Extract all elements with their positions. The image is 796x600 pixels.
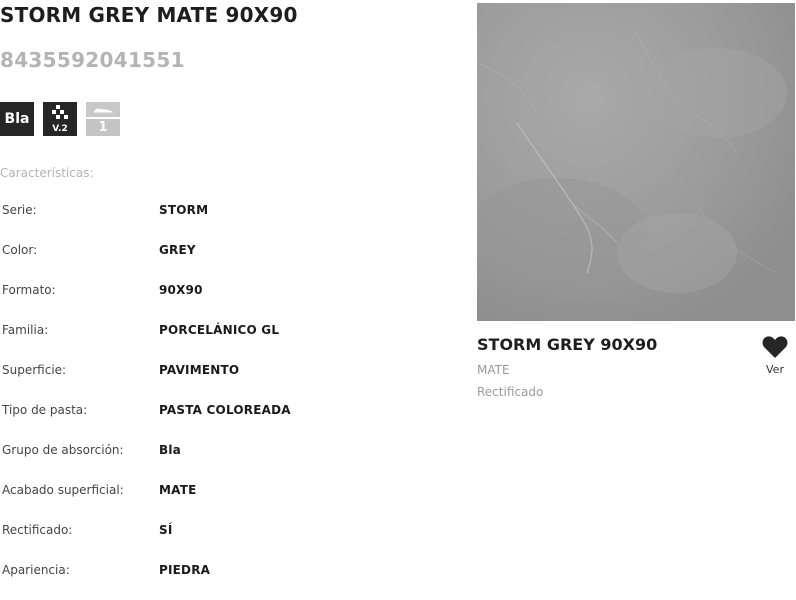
variation-badge: V.2 <box>43 102 77 136</box>
spec-value: PAVIMENTO <box>159 363 240 377</box>
characteristics-heading: Características: <box>0 166 94 180</box>
spec-value: SÍ <box>159 523 173 537</box>
product-ean: 8435592041551 <box>0 48 185 72</box>
spec-key: Superficie: <box>2 363 67 377</box>
card-product-name[interactable]: STORM GREY 90X90 <box>477 335 657 354</box>
spec-key: Familia: <box>2 323 49 337</box>
spec-value: 90X90 <box>159 283 203 297</box>
spec-key: Apariencia: <box>2 563 70 577</box>
spec-value: GREY <box>159 243 196 257</box>
spec-value: MATE <box>159 483 197 497</box>
spec-key: Serie: <box>2 203 37 217</box>
absorption-badge-label: Bla <box>4 111 30 127</box>
heart-icon <box>762 336 788 358</box>
spec-value: PASTA COLOREADA <box>159 403 291 417</box>
spec-key: Rectificado: <box>2 523 73 537</box>
spec-value: PORCELÁNICO GL <box>159 323 280 337</box>
spec-value: STORM <box>159 203 209 217</box>
spec-key: Grupo de absorción: <box>2 443 124 457</box>
badge-group: Bla V.2 1 <box>0 102 120 136</box>
spec-key: Acabado superficial: <box>2 483 124 497</box>
shoe-icon <box>86 102 120 117</box>
spec-key: Formato: <box>2 283 56 297</box>
variation-badge-label: V.2 <box>52 124 68 134</box>
spec-key: Tipo de pasta: <box>2 403 88 417</box>
product-title: STORM GREY MATE 90X90 <box>0 3 298 27</box>
favorite-button[interactable]: Ver <box>760 335 790 376</box>
spec-key: Color: <box>2 243 38 257</box>
favorite-label: Ver <box>766 363 784 376</box>
spec-value: PIEDRA <box>159 563 211 577</box>
card-finish: MATE <box>477 363 510 377</box>
card-edge: Rectificado <box>477 385 544 399</box>
spec-value: Bla <box>159 443 181 457</box>
product-image[interactable] <box>477 3 795 321</box>
traffic-badge-label: 1 <box>86 119 120 136</box>
absorption-badge: Bla <box>0 102 34 136</box>
traffic-badge: 1 <box>86 102 120 136</box>
